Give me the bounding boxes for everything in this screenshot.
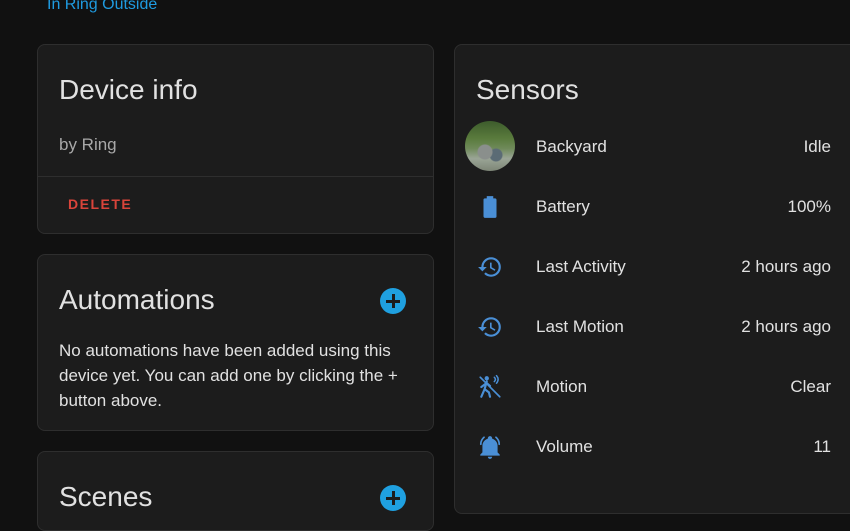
sensors-card: Sensors Backyard Idle Battery 100% Last … — [454, 44, 850, 514]
manufacturer-label: by Ring — [59, 135, 117, 154]
sensor-name: Last Activity — [536, 257, 626, 276]
battery-icon — [483, 196, 497, 218]
history-icon — [478, 317, 501, 337]
sensor-row-motion[interactable]: Motion Clear — [455, 356, 831, 416]
camera-thumbnail — [465, 121, 515, 171]
bell-ring-icon — [479, 436, 501, 459]
sensor-value: Idle — [803, 137, 831, 156]
sensor-value: Clear — [790, 377, 831, 396]
delete-button[interactable]: DELETE — [68, 196, 132, 212]
sensor-name: Last Motion — [536, 317, 624, 336]
sensor-value: 2 hours ago — [741, 317, 831, 336]
history-icon — [478, 257, 501, 277]
add-scene-button[interactable] — [380, 485, 406, 511]
scenes-title: Scenes — [59, 481, 153, 512]
sensor-row-last-activity[interactable]: Last Activity 2 hours ago — [455, 236, 831, 296]
sensor-name: Motion — [536, 377, 588, 396]
area-link[interactable]: In Ring Outside — [47, 0, 157, 14]
sensor-value: 100% — [787, 197, 831, 216]
card-divider — [38, 176, 433, 177]
device-info-card: Device info by Ring DELETE — [37, 44, 434, 234]
walk-motion-icon — [479, 374, 501, 398]
sensor-row-last-motion[interactable]: Last Motion 2 hours ago — [455, 296, 831, 356]
sensor-name: Volume — [536, 437, 593, 456]
scenes-card: Scenes — [37, 451, 434, 531]
sensor-value: 11 — [813, 437, 831, 456]
automations-card: Automations No automations have been add… — [37, 254, 434, 431]
sensor-name: Battery — [536, 197, 590, 216]
device-info-title: Device info — [59, 74, 198, 105]
sensor-value: 2 hours ago — [741, 257, 831, 276]
sensor-name: Backyard — [536, 137, 607, 156]
sensors-title: Sensors — [476, 74, 579, 105]
automations-title: Automations — [59, 284, 215, 315]
sensor-row-backyard[interactable]: Backyard Idle — [455, 116, 831, 176]
sensor-row-volume[interactable]: Volume 11 — [455, 416, 831, 476]
add-automation-button[interactable] — [380, 288, 406, 314]
sensor-row-battery[interactable]: Battery 100% — [455, 176, 831, 236]
automations-description: No automations have been added using thi… — [59, 341, 398, 410]
